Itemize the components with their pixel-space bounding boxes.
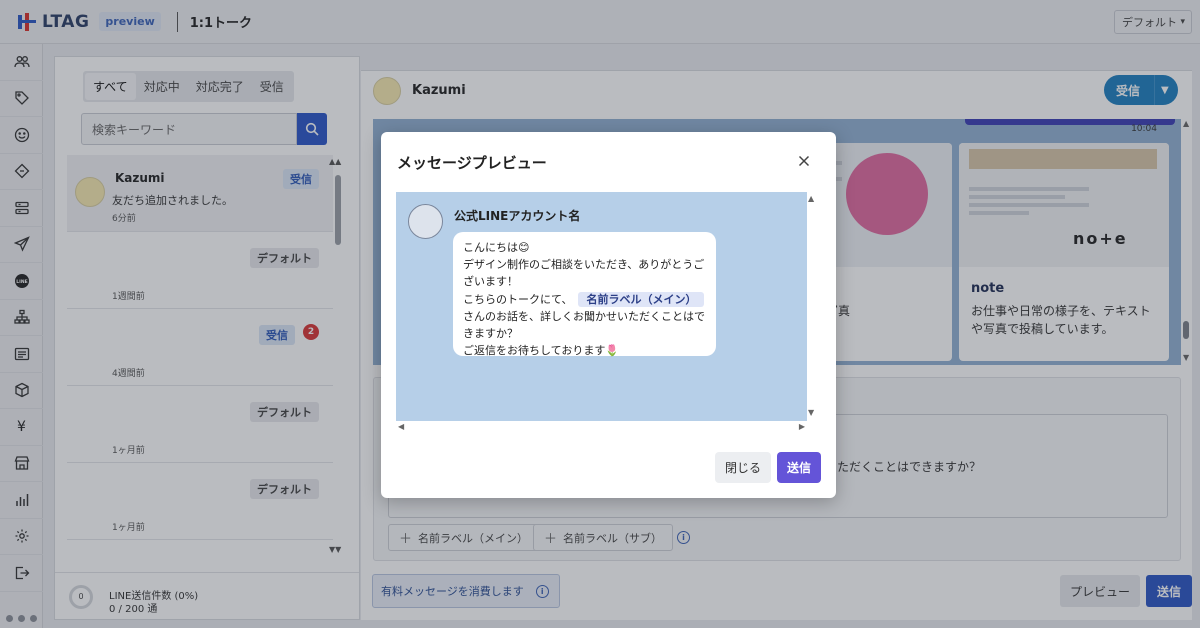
account-name: 公式LINEアカウント名 (454, 209, 581, 223)
message-line: きますか？ (463, 327, 518, 340)
message-line: ざいます！ (463, 275, 518, 288)
name-label-tag: 名前ラベル（メイン） (578, 292, 705, 307)
account-avatar (408, 204, 443, 239)
modal-title: メッセージプレビュー (397, 154, 547, 172)
message-line: ご返信をお待ちしております🌷 (463, 344, 620, 357)
message-line: デザイン制作のご相談をいただき、ありがとうご (463, 258, 705, 271)
close-icon[interactable] (795, 152, 813, 170)
scroll-up-icon[interactable]: ▲ (808, 194, 814, 203)
message-bubble: こんにちは😊 デザイン制作のご相談をいただき、ありがとうご ざいます！ こちらの… (453, 232, 716, 357)
preview-horizontal-scrollbar[interactable]: ◀ ▶ (396, 421, 807, 435)
modal-send-button[interactable]: 送信 (777, 452, 821, 483)
message-line: こちらのトークにて、 名前ラベル（メイン） (463, 291, 706, 308)
message-preview-modal: メッセージプレビュー 公式LINEアカウント名 こんにちは😊 デザイン制作のご相… (381, 132, 836, 498)
scroll-down-icon[interactable]: ▼ (808, 408, 814, 417)
scroll-left-icon[interactable]: ◀ (398, 422, 404, 431)
message-line: こんにちは😊 (463, 241, 530, 254)
line-preview-area: 公式LINEアカウント名 こんにちは😊 デザイン制作のご相談をいただき、ありがと… (396, 192, 807, 421)
scroll-right-icon[interactable]: ▶ (799, 422, 805, 431)
message-line-text: こちらのトークにて、 (463, 293, 573, 306)
preview-vertical-scrollbar[interactable]: ▲ ▼ (807, 192, 819, 421)
message-line: さんのお話を、詳しくお聞かせいただくことはで (463, 310, 705, 323)
modal-close-button[interactable]: 閉じる (715, 452, 771, 483)
